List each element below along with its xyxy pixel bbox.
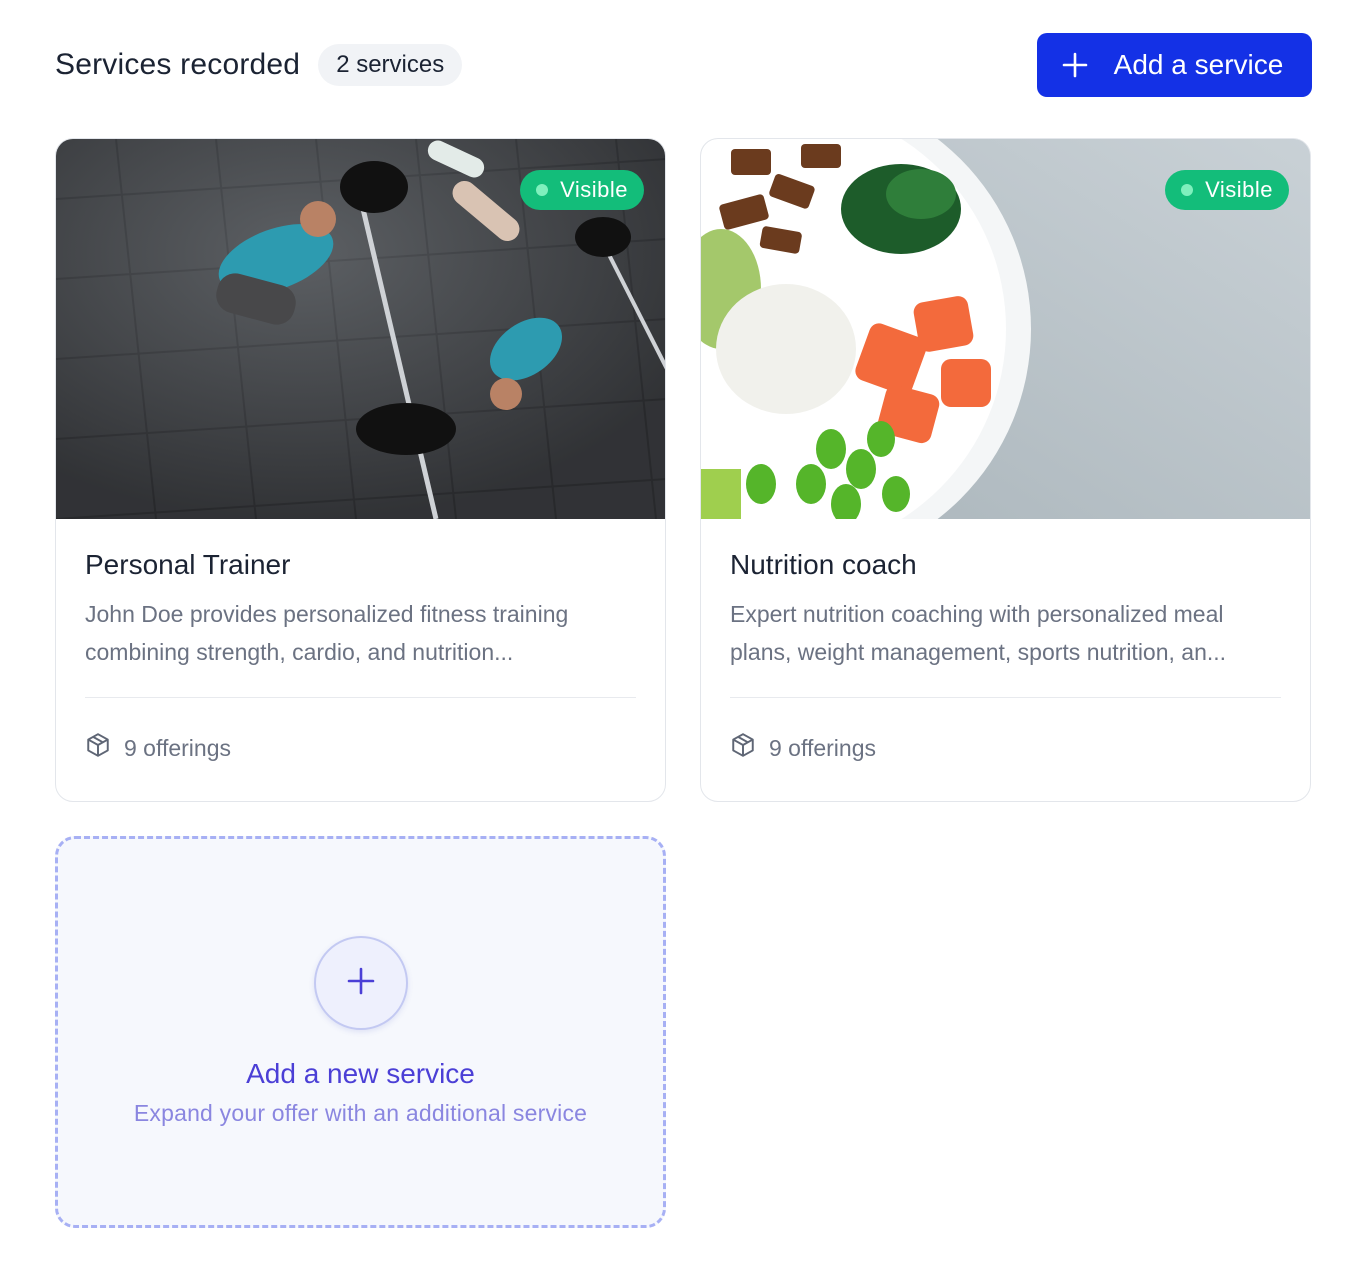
package-icon xyxy=(730,732,756,764)
add-new-service-card[interactable]: Add a new service Expand your offer with… xyxy=(55,836,666,1228)
status-dot-icon xyxy=(536,184,549,196)
offerings-count: 9 offerings xyxy=(769,734,876,761)
card-body: Personal Trainer John Doe provides perso… xyxy=(56,519,665,798)
service-image: Visible xyxy=(701,139,1310,519)
service-title: Nutrition coach xyxy=(730,549,917,580)
status-label: Visible xyxy=(1205,177,1273,202)
header-left: Services recorded 2 services xyxy=(55,44,463,86)
service-description: Expert nutrition coaching with personali… xyxy=(730,601,1227,665)
offerings-count: 9 offerings xyxy=(124,734,231,761)
service-card-personal-trainer[interactable]: Visible Personal Trainer John Doe provid… xyxy=(55,138,666,802)
plus-icon xyxy=(346,966,376,1001)
services-count-badge: 2 services xyxy=(318,44,463,86)
add-service-button[interactable]: Add a service xyxy=(1037,33,1312,97)
status-label: Visible xyxy=(560,177,628,202)
service-card-nutrition-coach[interactable]: Visible Nutrition coach Expert nutrition… xyxy=(700,138,1311,802)
visibility-status-badge: Visible xyxy=(1165,170,1289,210)
add-circle-button[interactable] xyxy=(313,936,408,1030)
service-title: Personal Trainer xyxy=(85,549,291,580)
card-body: Nutrition coach Expert nutrition coachin… xyxy=(701,519,1310,798)
package-icon xyxy=(85,732,111,764)
card-footer: 9 offerings xyxy=(730,698,1281,798)
add-service-button-label: Add a service xyxy=(1113,49,1284,80)
service-description: John Doe provides personalized fitness t… xyxy=(85,601,569,665)
add-new-service-subtitle: Expand your offer with an additional ser… xyxy=(133,1100,588,1126)
plus-icon xyxy=(1062,52,1088,78)
page-header: Services recorded 2 services Add a servi… xyxy=(55,33,1312,97)
add-new-service-title: Add a new service xyxy=(246,1058,475,1089)
visibility-status-badge: Visible xyxy=(520,170,644,210)
page-title: Services recorded xyxy=(55,48,301,81)
status-dot-icon xyxy=(1181,184,1194,196)
card-footer: 9 offerings xyxy=(85,698,636,798)
service-image: Visible xyxy=(56,139,665,519)
